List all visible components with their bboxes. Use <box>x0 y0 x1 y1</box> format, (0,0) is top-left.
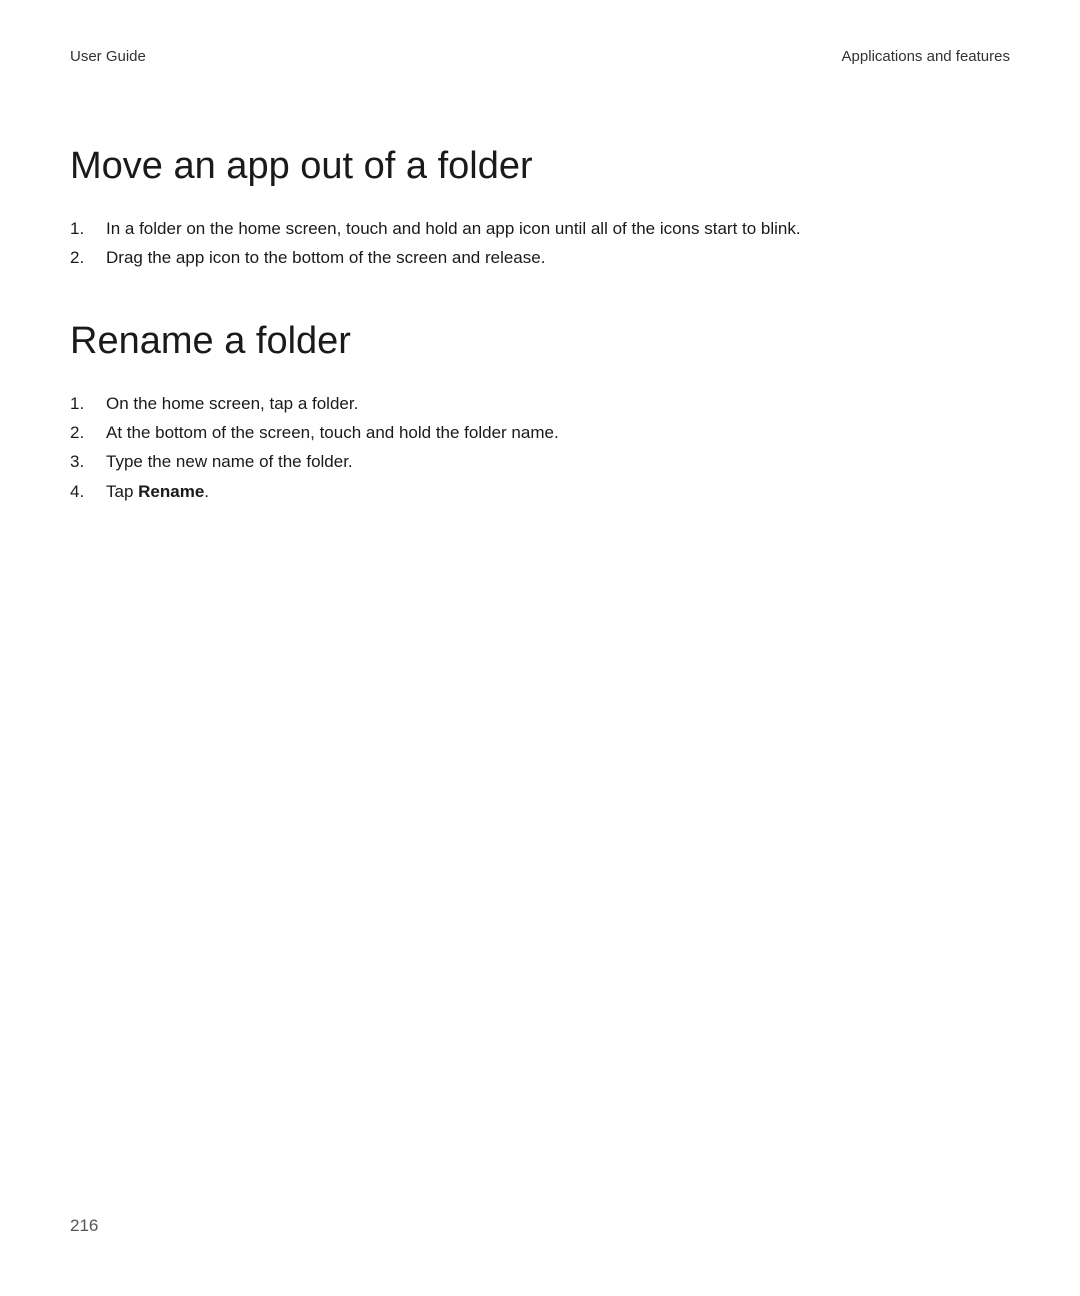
list-item: 4. Tap Rename. <box>70 479 1010 505</box>
list-item-text: On the home screen, tap a folder. <box>106 391 1010 417</box>
list-item-number: 1. <box>70 391 106 417</box>
list-item-number: 2. <box>70 420 106 446</box>
page-number: 216 <box>70 1216 98 1236</box>
list-item: 2. At the bottom of the screen, touch an… <box>70 420 1010 446</box>
list-item-text: Tap Rename. <box>106 479 1010 505</box>
list-item-bold: Rename <box>138 482 204 501</box>
list-item-number: 1. <box>70 216 106 242</box>
list-item-text: Type the new name of the folder. <box>106 449 1010 475</box>
list-item: 1. In a folder on the home screen, touch… <box>70 216 1010 242</box>
step-list-rename-folder: 1. On the home screen, tap a folder. 2. … <box>70 391 1010 505</box>
list-item-number: 4. <box>70 479 106 505</box>
list-item: 2. Drag the app icon to the bottom of th… <box>70 245 1010 271</box>
list-item-text: At the bottom of the screen, touch and h… <box>106 420 1010 446</box>
header-left: User Guide <box>70 48 146 65</box>
section-heading-move-app: Move an app out of a folder <box>70 145 1010 188</box>
list-item-suffix: . <box>204 482 209 501</box>
list-item-text: Drag the app icon to the bottom of the s… <box>106 245 1010 271</box>
list-item-text: In a folder on the home screen, touch an… <box>106 216 1010 242</box>
section-heading-rename-folder: Rename a folder <box>70 320 1010 363</box>
list-item: 3. Type the new name of the folder. <box>70 449 1010 475</box>
header-right: Applications and features <box>842 48 1010 65</box>
step-list-move-app: 1. In a folder on the home screen, touch… <box>70 216 1010 272</box>
list-item-number: 3. <box>70 449 106 475</box>
page-header: User Guide Applications and features <box>70 48 1010 65</box>
list-item: 1. On the home screen, tap a folder. <box>70 391 1010 417</box>
list-item-prefix: Tap <box>106 482 138 501</box>
list-item-number: 2. <box>70 245 106 271</box>
